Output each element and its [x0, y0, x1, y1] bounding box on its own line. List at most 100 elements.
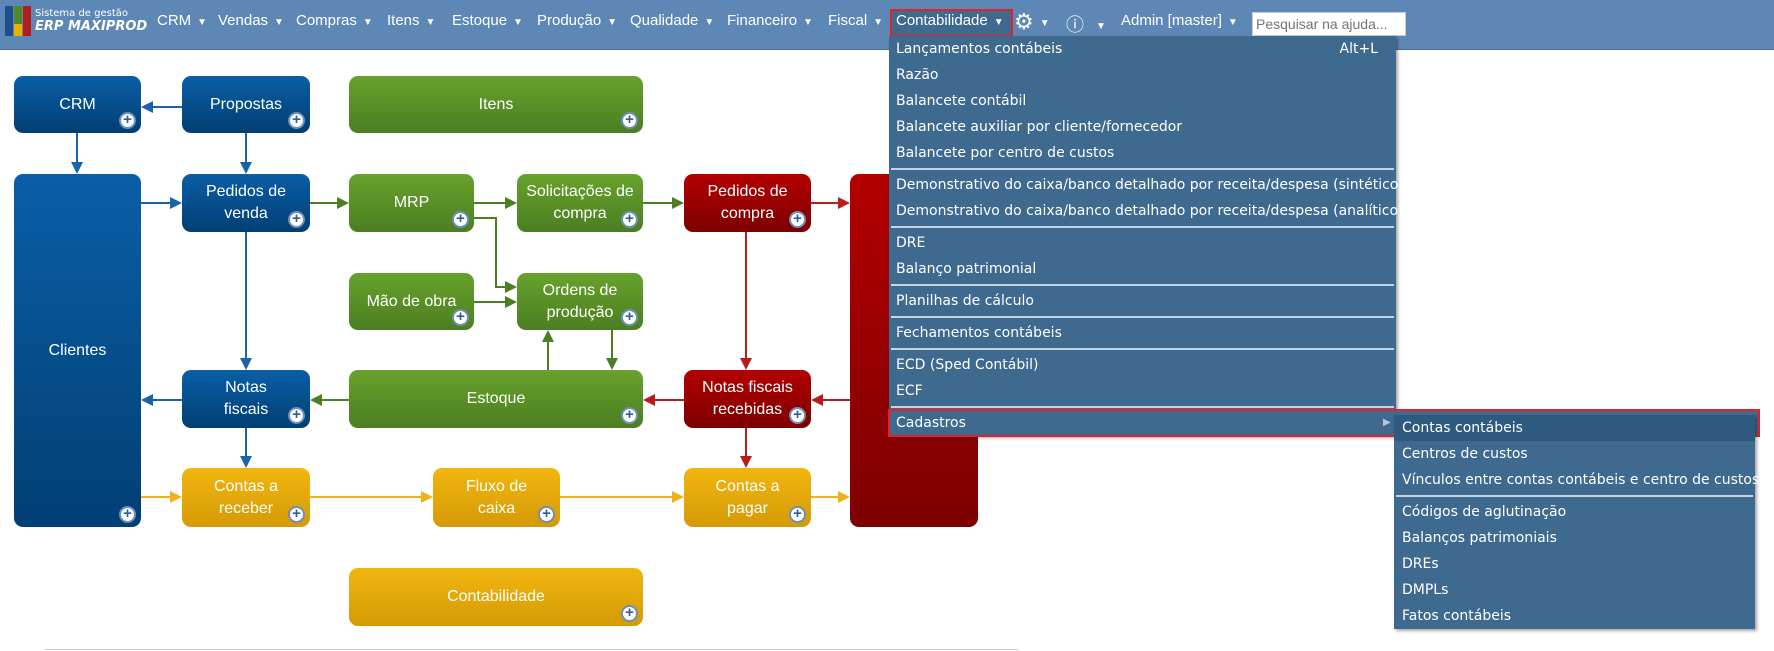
add-icon[interactable]: + — [789, 407, 806, 424]
add-icon[interactable]: + — [538, 506, 555, 523]
submenu-item[interactable]: Vínculos entre contas contábeis e centro… — [1394, 467, 1759, 493]
menu-item[interactable]: Balancete contábil — [889, 88, 1396, 114]
arrow-head — [643, 394, 655, 406]
menu-item[interactable]: Balancete auxiliar por cliente/fornecedo… — [889, 114, 1396, 140]
menu-item[interactable]: ECD (Sped Contábil) — [889, 352, 1396, 378]
submenu-item[interactable]: Balanços patrimoniais — [1394, 525, 1755, 551]
arrow-head — [838, 197, 850, 209]
box-label: Fluxo de caixa — [465, 477, 528, 517]
submenu-item-label: Centros de custos — [1402, 446, 1528, 462]
box-mao-obra[interactable]: Mão de obra + — [349, 273, 474, 330]
submenu-item-label: DMPLs — [1402, 582, 1449, 598]
add-icon[interactable]: + — [288, 407, 305, 424]
submenu-item[interactable]: DMPLs — [1394, 577, 1755, 603]
box-pedidos-compra[interactable]: Pedidos de compra + — [684, 174, 811, 232]
box-clientes[interactable]: Clientes + — [14, 174, 141, 527]
add-icon[interactable]: + — [621, 407, 638, 424]
arrow-head — [170, 491, 182, 503]
add-icon[interactable]: + — [621, 605, 638, 622]
arrow-head — [240, 358, 252, 370]
menu-item-label: Planilhas de cálculo — [896, 293, 1034, 309]
menu-item[interactable]: Balancete por centro de custos — [889, 140, 1396, 166]
menu-item[interactable]: Planilhas de cálculo — [889, 288, 1396, 314]
submenu-item[interactable]: Fatos contábeis — [1394, 603, 1755, 629]
submenu-item[interactable]: DREs — [1394, 551, 1755, 577]
box-ordens[interactable]: Ordens de produção + — [517, 273, 643, 330]
box-propostas[interactable]: Propostas + — [182, 76, 310, 133]
box-label: MRP — [393, 194, 430, 211]
add-icon[interactable]: + — [119, 112, 136, 129]
menu-item-label: Balancete auxiliar por cliente/fornecedo… — [896, 119, 1183, 135]
box-itens[interactable]: Itens + — [349, 76, 643, 133]
submenu-item-label: Fatos contábeis — [1402, 608, 1512, 624]
submenu-item-label: Balanços patrimoniais — [1402, 530, 1557, 546]
menu-item[interactable]: ECF — [889, 378, 1396, 404]
box-label: Contas a receber — [213, 477, 279, 517]
add-icon[interactable]: + — [452, 309, 469, 326]
menu-item[interactable]: Balanço patrimonial — [889, 256, 1396, 282]
box-crm[interactable]: CRM + — [14, 76, 141, 133]
box-mrp[interactable]: MRP + — [349, 174, 474, 232]
box-label: Contas a pagar — [715, 477, 780, 517]
box-label: Notas fiscais — [223, 379, 269, 418]
add-icon[interactable]: + — [288, 112, 305, 129]
submenu-item-label: Códigos de aglutinação — [1402, 504, 1567, 520]
menu-separator — [891, 348, 1394, 350]
menu-item[interactable]: DRE — [889, 230, 1396, 256]
menu-item-label: Cadastros — [896, 415, 966, 431]
box-notas-recebidas[interactable]: Notas fiscais recebidas + — [684, 370, 811, 428]
arrow-head — [672, 491, 684, 503]
arrow-head — [240, 456, 252, 468]
menu-item[interactable]: Fechamentos contábeis — [889, 320, 1396, 346]
arrow-head — [505, 281, 517, 293]
menu-item-label: Balancete por centro de custos — [896, 145, 1115, 161]
menu-item[interactable]: Demonstrativo do caixa/banco detalhado p… — [889, 172, 1404, 198]
arrow-head — [740, 456, 752, 468]
submenu-item[interactable]: Contas contábeis — [1394, 415, 1755, 441]
box-label: Estoque — [466, 390, 526, 407]
arrow-head — [838, 491, 850, 503]
arrow-head — [310, 394, 322, 406]
box-label: Ordens de produção — [542, 281, 618, 321]
box-contas-pagar[interactable]: Contas a pagar + — [684, 468, 811, 527]
box-label: Notas fiscais recebidas — [702, 379, 793, 418]
add-icon[interactable]: + — [288, 211, 305, 228]
arrow-head — [505, 296, 517, 308]
flow-arrow — [474, 217, 505, 288]
menu-item-label: Balanço patrimonial — [896, 261, 1037, 277]
menu-item-label: Balancete contábil — [896, 93, 1027, 109]
arrow-head — [141, 394, 153, 406]
menu-item-label: Demonstrativo do caixa/banco detalhado p… — [896, 177, 1404, 193]
submenu-item[interactable]: Centros de custos — [1394, 441, 1755, 467]
add-icon[interactable]: + — [288, 506, 305, 523]
arrow-head — [337, 197, 349, 209]
submenu-item-label: Vínculos entre contas contábeis e centro… — [1402, 472, 1760, 488]
menu-item[interactable]: Lançamentos contábeis Alt+L — [889, 36, 1396, 62]
menu-item[interactable]: Razão — [889, 62, 1396, 88]
box-label: Mão de obra — [366, 292, 457, 310]
add-icon[interactable]: + — [119, 506, 136, 523]
add-icon[interactable]: + — [452, 211, 469, 228]
menu-item-label: ECD (Sped Contábil) — [896, 357, 1039, 373]
menu-separator — [891, 226, 1394, 228]
box-estoque[interactable]: Estoque + — [349, 370, 643, 428]
box-pedidos-venda[interactable]: Pedidos de venda + — [182, 174, 310, 232]
box-label: Pedidos de compra — [707, 183, 788, 222]
menu-item[interactable]: Demonstrativo do caixa/banco detalhado p… — [889, 198, 1403, 224]
box-label: Propostas — [209, 95, 283, 113]
box-label: Contabilidade — [447, 588, 545, 605]
add-icon[interactable]: + — [621, 211, 638, 228]
box-solicitacoes[interactable]: Solicitações de compra + — [517, 174, 643, 232]
box-fluxo[interactable]: Fluxo de caixa + — [433, 468, 560, 527]
box-notas-fiscais[interactable]: Notas fiscais + — [182, 370, 310, 428]
box-contabilidade[interactable]: Contabilidade + — [349, 568, 643, 626]
add-icon[interactable]: + — [789, 211, 806, 228]
menu-separator — [891, 168, 1394, 170]
box-contas-receber[interactable]: Contas a receber + — [182, 468, 310, 527]
submenu-item[interactable]: Códigos de aglutinação — [1394, 499, 1755, 525]
cadastros-submenu: Contas contábeis Centros de custos Vínculo… — [1394, 415, 1759, 629]
add-icon[interactable]: + — [621, 309, 638, 326]
add-icon[interactable]: + — [789, 506, 806, 523]
add-icon[interactable]: + — [621, 112, 638, 129]
arrow-head — [421, 491, 433, 503]
